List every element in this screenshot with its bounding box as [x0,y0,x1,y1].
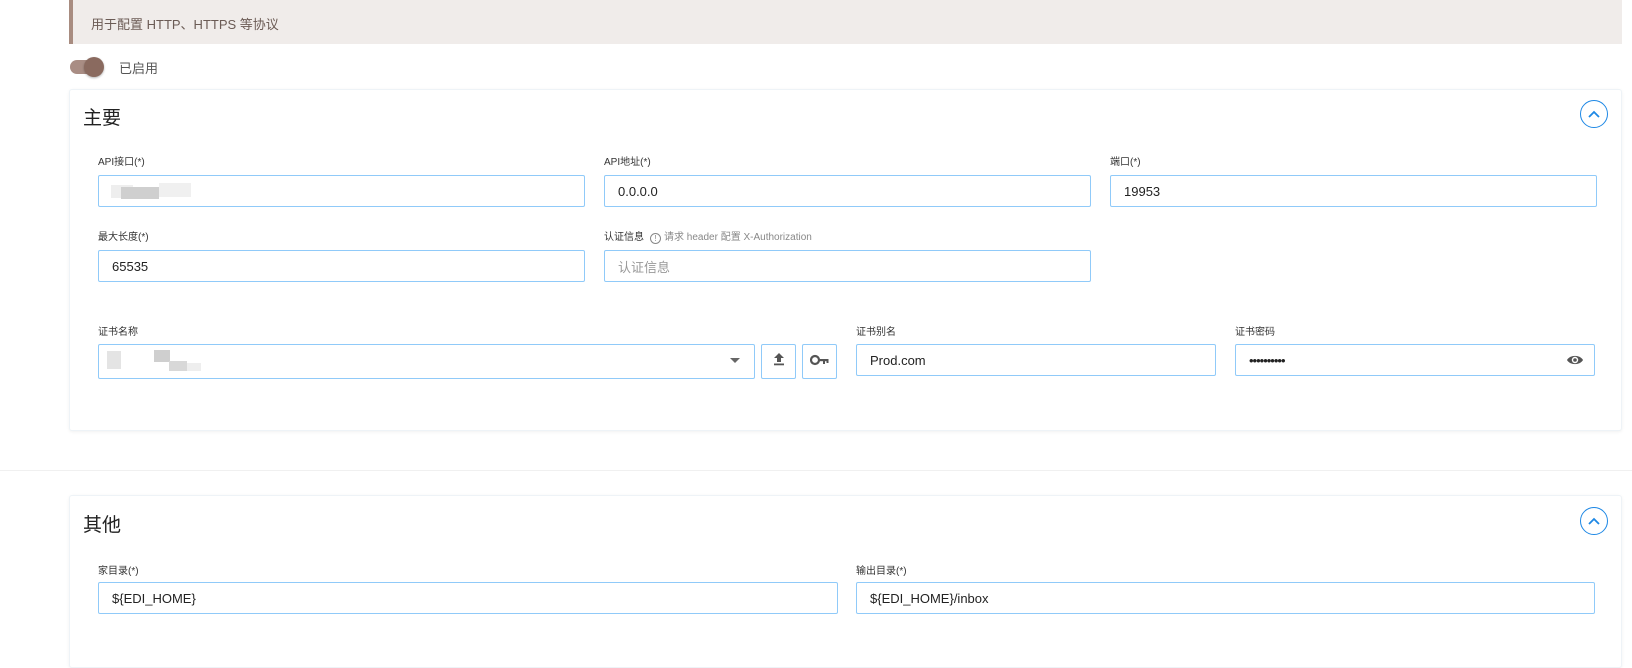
main-section-card: 主要 API接口(*) API地址(*) 0.0.0.0 端口(*) 19953… [69,89,1622,431]
toggle-label: 已启用 [119,60,159,76]
auth-info-label-text: 认证信息 [604,232,644,243]
cert-alias-label: 证书别名 [856,327,896,338]
main-section-title: 主要 [83,108,122,129]
api-address-value: 0.0.0.0 [618,183,658,199]
main-collapse-button[interactable] [1580,100,1608,128]
home-dir-input[interactable]: ${EDI_HOME} [98,582,838,614]
upload-icon [772,352,786,371]
cert-password-input[interactable]: •••••••••• [1235,344,1595,376]
info-icon: ! [650,233,661,244]
api-interface-label: API接口(*) [98,157,145,168]
cert-password-label: 证书密码 [1235,327,1275,338]
other-section-title: 其他 [83,515,122,536]
chevron-down-icon [730,358,740,363]
redacted-block [187,363,201,371]
max-length-input[interactable]: 65535 [98,250,585,282]
home-dir-label: 家目录(*) [98,566,139,577]
output-dir-label: 输出目录(*) [856,566,907,577]
other-collapse-button[interactable] [1580,507,1608,535]
cert-password-value: •••••••••• [1249,352,1286,368]
redacted-block [169,361,187,371]
chevron-up-icon [1588,105,1600,123]
chevron-up-icon [1588,512,1600,530]
redacted-block [121,187,159,199]
banner-text: 用于配置 HTTP、HTTPS 等协议 [91,17,279,32]
auth-info-label: 认证信息! 请求 header 配置 X-Authorization [604,228,812,244]
max-length-value: 65535 [112,258,149,274]
port-value: 19953 [1124,183,1161,199]
max-length-label: 最大长度(*) [98,232,149,243]
auth-info-input[interactable]: 认证信息 [604,250,1091,282]
section-divider [0,470,1632,471]
eye-icon[interactable] [1566,353,1584,370]
cert-alias-input[interactable]: Prod.com [856,344,1216,376]
cert-name-label: 证书名称 [98,327,138,338]
auth-info-placeholder: 认证信息 [618,259,671,275]
cert-alias-value: Prod.com [870,352,926,368]
api-interface-input[interactable] [98,175,585,207]
toggle-knob [84,57,104,77]
info-banner: 用于配置 HTTP、HTTPS 等协议 [69,0,1622,44]
home-dir-value: ${EDI_HOME} [112,590,196,606]
api-address-input[interactable]: 0.0.0.0 [604,175,1091,207]
auth-info-hint-text: 请求 header 配置 X-Authorization [664,232,812,243]
output-dir-value: ${EDI_HOME}/inbox [870,590,989,606]
redacted-block [107,351,121,369]
redacted-block [159,183,191,197]
key-icon [809,353,830,371]
cert-name-select[interactable] [98,344,755,379]
enabled-toggle[interactable] [70,57,104,77]
enabled-toggle-row: 已启用 [70,56,158,78]
output-dir-input[interactable]: ${EDI_HOME}/inbox [856,582,1595,614]
upload-cert-button[interactable] [761,344,796,379]
port-label: 端口(*) [1110,157,1141,168]
auth-info-hint: ! 请求 header 配置 X-Authorization [650,232,812,244]
other-section-card: 其他 家目录(*) ${EDI_HOME} 输出目录(*) ${EDI_HOME… [69,495,1622,668]
key-button[interactable] [802,344,837,379]
api-address-label: API地址(*) [604,157,651,168]
port-input[interactable]: 19953 [1110,175,1597,207]
redacted-block [154,350,170,362]
